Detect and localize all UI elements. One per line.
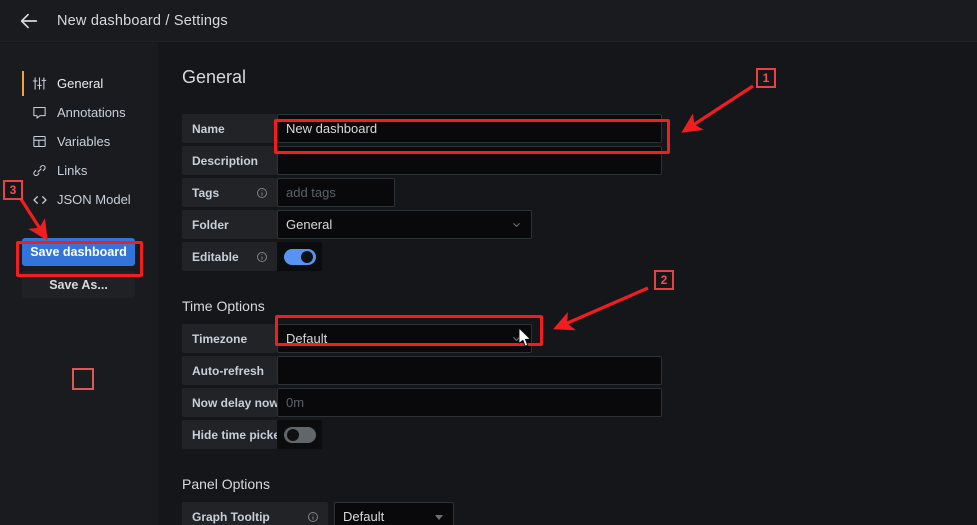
top-bar: New dashboard / Settings: [0, 0, 977, 42]
field-row-graph-tooltip: Graph Tooltip Default: [182, 502, 977, 525]
chevron-down-icon: [511, 333, 522, 344]
tags-input[interactable]: [277, 178, 395, 207]
graph-tooltip-select[interactable]: Default: [334, 502, 454, 525]
sidebar-item-label: Variables: [57, 134, 111, 149]
graph-tooltip-select-value: Default: [343, 509, 385, 524]
settings-content: General Name Description Tags: [158, 43, 977, 525]
editable-label: Editable: [182, 242, 277, 271]
auto-refresh-input[interactable]: [277, 356, 662, 385]
save-dashboard-button[interactable]: Save dashboard: [22, 238, 135, 266]
grafana-dashboard-settings-page: New dashboard / Settings General Annotat…: [0, 0, 977, 525]
auto-refresh-label-text: Auto-refresh: [192, 363, 265, 378]
timezone-select[interactable]: Default: [277, 324, 532, 353]
info-icon: [307, 511, 319, 523]
field-row-hide-time-picker: Hide time picker: [182, 420, 977, 449]
toggle-track: [283, 248, 316, 265]
editable-label-text: Editable: [192, 249, 239, 264]
timezone-label: Timezone: [182, 324, 277, 353]
description-label: Description: [182, 146, 277, 175]
timezone-select-value: Default: [286, 331, 328, 346]
name-label-text: Name: [192, 121, 225, 136]
settings-sidebar: General Annotations Variables Links JSON…: [0, 43, 158, 525]
sidebar-item-links[interactable]: Links: [0, 156, 158, 185]
sidebar-item-annotations[interactable]: Annotations: [0, 98, 158, 127]
general-section-title: General: [182, 67, 247, 87]
hide-time-picker-label-text: Hide time picker: [192, 427, 285, 442]
settings-nav-list: General Annotations Variables Links JSON…: [0, 43, 158, 298]
panel-options-title: Panel Options: [182, 476, 270, 492]
comment-icon: [31, 104, 48, 121]
folder-select-value: General: [286, 217, 333, 232]
editable-toggle[interactable]: [277, 242, 322, 271]
toggle-knob: [286, 428, 299, 441]
field-row-name: Name: [182, 114, 977, 143]
field-row-auto-refresh: Auto-refresh: [182, 356, 977, 385]
sidebar-item-json-model[interactable]: JSON Model: [0, 185, 158, 214]
field-row-tags: Tags: [182, 178, 977, 207]
link-icon: [31, 162, 48, 179]
folder-label: Folder: [182, 210, 277, 239]
field-row-folder: Folder General: [182, 210, 977, 239]
table-icon: [31, 133, 48, 150]
info-icon: [256, 187, 268, 199]
sidebar-item-label: JSON Model: [57, 192, 131, 207]
time-options-title: Time Options: [182, 298, 265, 314]
sidebar-item-label: Annotations: [57, 105, 126, 120]
graph-tooltip-label: Graph Tooltip: [182, 502, 328, 525]
description-label-text: Description: [192, 153, 259, 168]
info-icon: [256, 251, 268, 263]
auto-refresh-label: Auto-refresh: [182, 356, 277, 385]
dashboard-description-input[interactable]: [277, 146, 662, 175]
hide-time-picker-label: Hide time picker: [182, 420, 285, 449]
toggle-knob: [300, 250, 313, 263]
dashboard-name-input[interactable]: [277, 114, 662, 143]
sidebar-item-label: Links: [57, 163, 88, 178]
sidebar-item-variables[interactable]: Variables: [0, 127, 158, 156]
page-title: New dashboard / Settings: [57, 12, 228, 29]
field-row-description: Description: [182, 146, 977, 175]
name-label: Name: [182, 114, 277, 143]
back-arrow-icon[interactable]: [12, 4, 46, 38]
field-row-editable: Editable: [182, 242, 977, 271]
field-row-timezone: Timezone Default: [182, 324, 977, 353]
timezone-label-text: Timezone: [192, 331, 248, 346]
tags-label: Tags: [182, 178, 277, 207]
now-delay-input[interactable]: [277, 388, 662, 417]
sidebar-item-general[interactable]: General: [0, 69, 158, 98]
caret-down-icon: [434, 512, 444, 522]
now-delay-label-text: Now delay now-: [192, 395, 283, 410]
toggle-track: [283, 426, 316, 443]
field-row-now-delay: Now delay now-: [182, 388, 977, 417]
sidebar-item-label: General: [57, 76, 104, 91]
folder-label-text: Folder: [192, 217, 229, 232]
hide-time-picker-toggle[interactable]: [277, 420, 322, 449]
save-as-button[interactable]: Save As...: [22, 271, 135, 298]
chevron-down-icon: [511, 219, 522, 230]
now-delay-label: Now delay now-: [182, 388, 283, 417]
folder-select[interactable]: General: [277, 210, 532, 239]
sliders-icon: [31, 75, 48, 92]
code-icon: [31, 191, 48, 208]
graph-tooltip-label-text: Graph Tooltip: [192, 509, 270, 524]
save-actions: Save dashboard Save As...: [0, 238, 158, 298]
tags-label-text: Tags: [192, 185, 220, 200]
